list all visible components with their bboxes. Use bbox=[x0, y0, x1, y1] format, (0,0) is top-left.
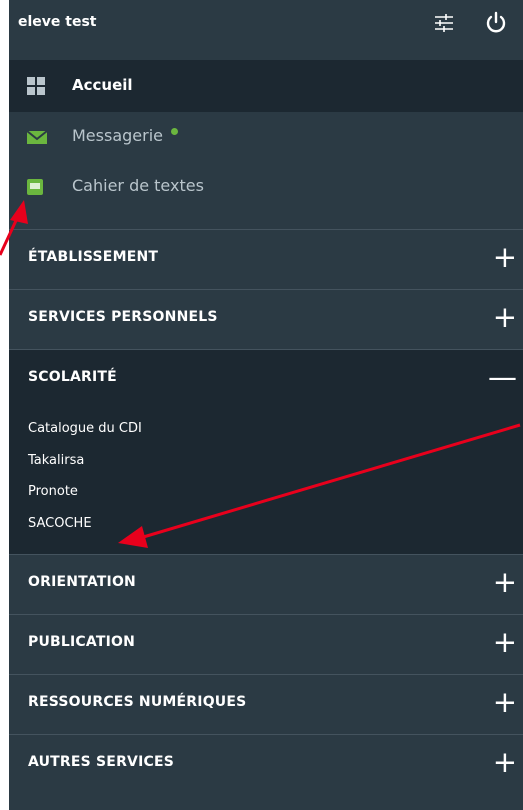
section-autres-services[interactable]: AUTRES SERVICES + bbox=[9, 734, 523, 794]
unread-status-dot bbox=[171, 128, 178, 135]
section-ressources-numeriques[interactable]: RESSOURCES NUMÉRIQUES + bbox=[9, 674, 523, 734]
nav-home[interactable]: Accueil bbox=[9, 60, 523, 112]
collapse-minus-icon[interactable]: — bbox=[488, 363, 517, 392]
nav-messagerie[interactable]: Messagerie bbox=[9, 112, 523, 162]
side-menu: eleve test Accueil Messagerie Cahier de … bbox=[9, 0, 523, 810]
section-label: SCOLARITÉ bbox=[28, 369, 117, 385]
nav-cahier-de-textes[interactable]: Cahier de textes bbox=[9, 162, 523, 212]
link-pronote[interactable]: Pronote bbox=[28, 481, 142, 513]
expand-plus-icon[interactable]: + bbox=[493, 688, 517, 717]
section-publication[interactable]: PUBLICATION + bbox=[9, 614, 523, 674]
link-takalirsa[interactable]: Takalirsa bbox=[28, 450, 142, 482]
expand-plus-icon[interactable]: + bbox=[493, 568, 517, 597]
expand-plus-icon[interactable]: + bbox=[493, 628, 517, 657]
nav-messagerie-label: Messagerie bbox=[72, 126, 163, 145]
nav-home-label: Accueil bbox=[72, 76, 133, 94]
notebook-icon bbox=[26, 178, 44, 200]
section-services-personnels[interactable]: SERVICES PERSONNELS + bbox=[9, 289, 523, 349]
link-sacoche[interactable]: SACOCHE bbox=[28, 513, 142, 545]
expand-plus-icon[interactable]: + bbox=[493, 303, 517, 332]
section-label: AUTRES SERVICES bbox=[28, 754, 175, 770]
section-label: SERVICES PERSONNELS bbox=[28, 309, 218, 325]
section-label: PUBLICATION bbox=[28, 634, 136, 650]
sliders-icon[interactable] bbox=[432, 10, 456, 38]
section-scolarite[interactable]: SCOLARITÉ — Catalogue du CDI Takalirsa P… bbox=[9, 349, 523, 554]
mail-icon bbox=[26, 128, 48, 150]
grid-icon bbox=[26, 76, 46, 100]
section-label: RESSOURCES NUMÉRIQUES bbox=[28, 694, 247, 710]
top-bar: eleve test bbox=[9, 0, 523, 60]
nav-cahier-label: Cahier de textes bbox=[72, 176, 204, 195]
scolarite-links: Catalogue du CDI Takalirsa Pronote SACOC… bbox=[28, 418, 142, 544]
section-label: ÉTABLISSEMENT bbox=[28, 249, 159, 265]
expand-plus-icon[interactable]: + bbox=[493, 243, 517, 272]
section-etablissement[interactable]: ÉTABLISSEMENT + bbox=[9, 229, 523, 289]
section-label: ORIENTATION bbox=[28, 574, 136, 590]
power-icon[interactable] bbox=[484, 10, 508, 40]
user-name[interactable]: eleve test bbox=[18, 14, 97, 30]
section-orientation[interactable]: ORIENTATION + bbox=[9, 554, 523, 614]
link-catalogue-cdi[interactable]: Catalogue du CDI bbox=[28, 418, 142, 450]
expand-plus-icon[interactable]: + bbox=[493, 748, 517, 777]
